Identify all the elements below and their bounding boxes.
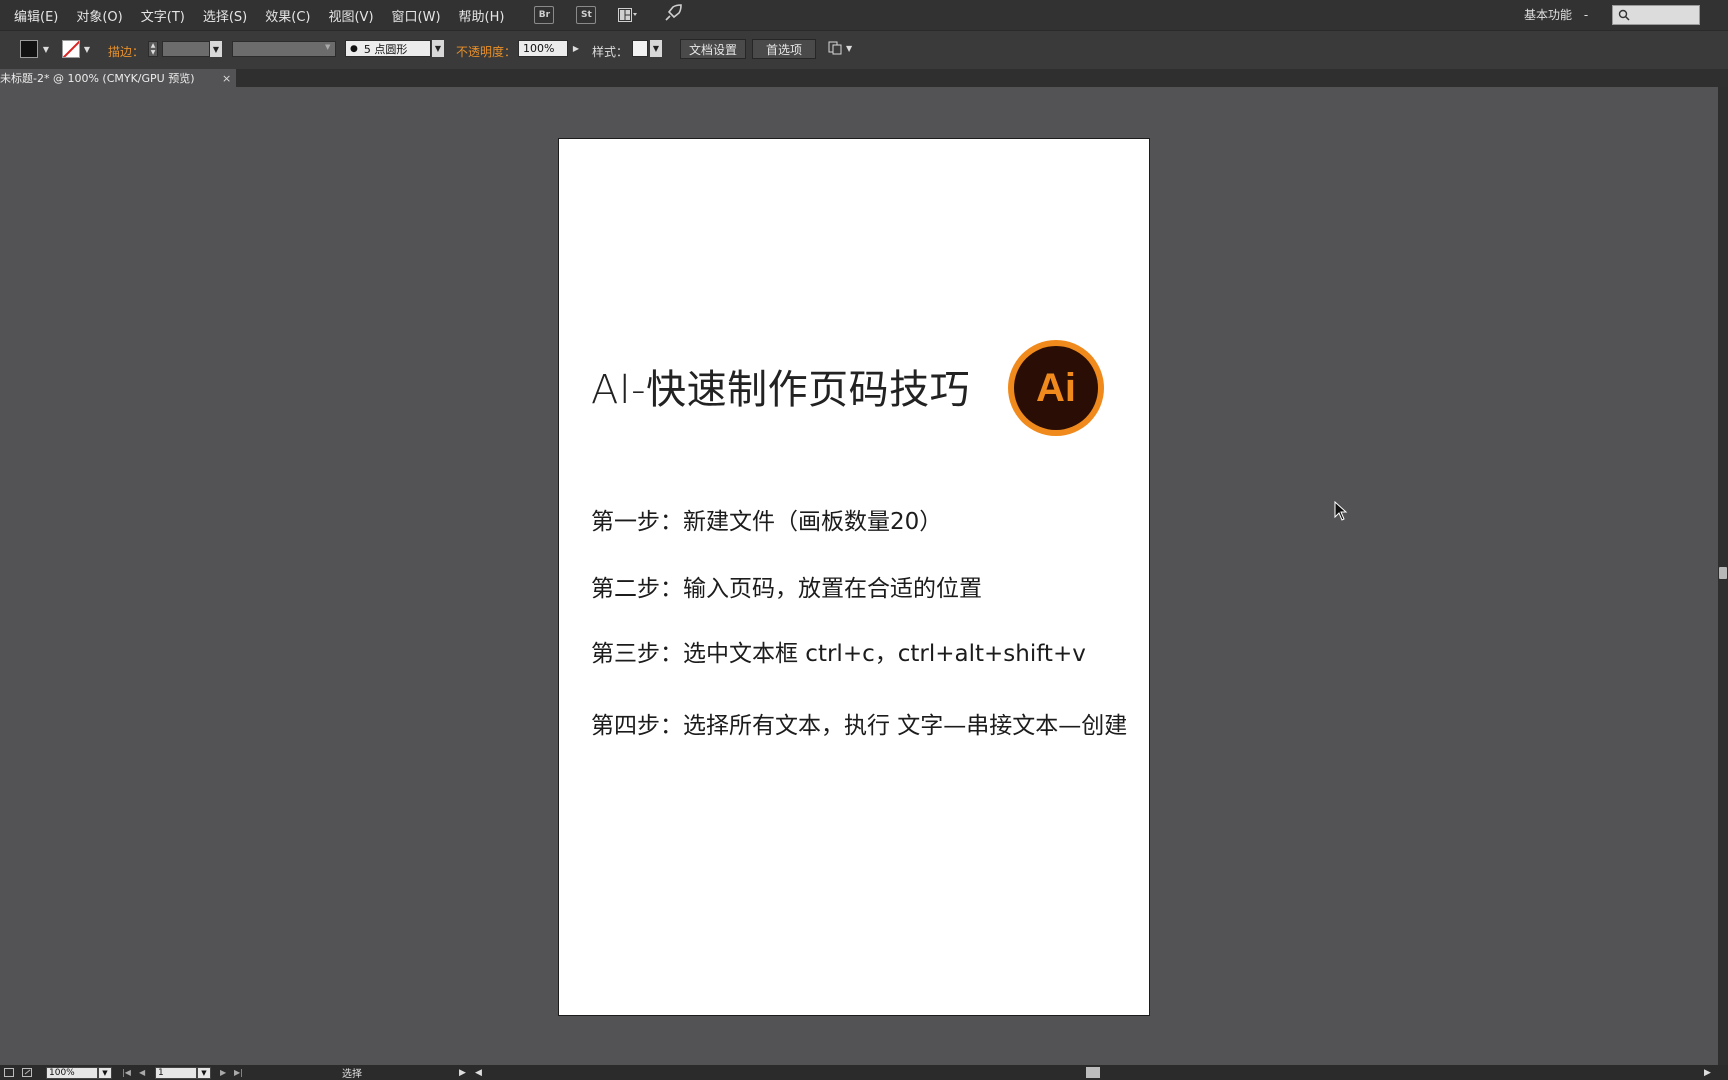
horizontal-scroll-thumb[interactable] — [1086, 1067, 1100, 1078]
menu-select[interactable]: 选择(S) — [203, 6, 247, 25]
stroke-weight-field[interactable] — [162, 41, 210, 57]
menu-view[interactable]: 视图(V) — [328, 6, 373, 25]
prev-artboard-button[interactable]: ◀ — [139, 1065, 145, 1080]
graphic-style-swatch[interactable] — [632, 40, 648, 57]
workspace-label: 基本功能 — [1524, 8, 1573, 22]
artboard-title[interactable]: AI-快速制作页码技巧 — [591, 357, 970, 415]
step-3-text[interactable]: 第三步：选中文本框 ctrl+c，ctrl+alt+shift+v — [591, 634, 1086, 668]
close-icon[interactable]: × — [222, 72, 231, 85]
control-bar: ▼ ▼ 描边： ▲ ▼ ▼ ▼ ● 5 点圆形 ▼ 不透明度： 100% ▶ 样式… — [0, 30, 1728, 71]
status-bar: 100% ▼ |◀ ◀ 1 ▼ ▶ ▶| 选择 ▶ ◀ ▶ — [0, 1065, 1728, 1080]
arrange-documents-icon[interactable] — [618, 7, 638, 23]
menu-list: 编辑(E) 对象(O) 文字(T) 选择(S) 效果(C) 视图(V) 窗口(W… — [0, 6, 522, 25]
illustrator-logo-icon[interactable]: Ai — [1005, 337, 1107, 439]
current-tool-label: 选择 — [342, 1069, 362, 1080]
fill-swatch[interactable] — [20, 40, 38, 58]
brush-value: 5 点圆形 — [363, 42, 408, 56]
style-dropdown-icon[interactable]: ▼ — [650, 40, 662, 57]
opacity-arrow-icon[interactable]: ▶ — [570, 40, 582, 56]
style-label: 样式： — [592, 45, 629, 59]
vertical-scrollbar[interactable] — [1718, 87, 1728, 1065]
bridge-icon[interactable]: Br — [534, 6, 555, 24]
artboard-number-field[interactable]: 1 — [155, 1066, 197, 1079]
preferences-button[interactable]: 首选项 — [752, 39, 816, 59]
step-1-text[interactable]: 第一步：新建文件（画板数量20） — [591, 502, 942, 536]
opacity-field[interactable]: 100% — [518, 40, 568, 57]
brush-definition-field[interactable]: ● 5 点圆形 — [345, 40, 431, 57]
menu-bar: 编辑(E) 对象(O) 文字(T) 选择(S) 效果(C) 视图(V) 窗口(W… — [0, 0, 1728, 30]
mouse-cursor-icon — [1334, 501, 1348, 521]
menu-object[interactable]: 对象(O) — [76, 6, 122, 25]
app-icons: Br St — [534, 4, 683, 26]
scroll-left-icon[interactable]: ◀ — [475, 1065, 482, 1080]
menu-effect[interactable]: 效果(C) — [265, 6, 310, 25]
artboard-dropdown-icon[interactable]: ▼ — [197, 1066, 211, 1079]
next-artboard-button[interactable]: ▶ — [220, 1065, 226, 1080]
stroke-swatch[interactable] — [62, 40, 80, 58]
canvas-area[interactable]: AI-快速制作页码技巧 Ai 第一步：新建文件（画板数量20） 第二步：输入页码… — [0, 87, 1718, 1065]
scroll-right-icon[interactable]: ▶ — [1704, 1065, 1711, 1080]
rocket-icon[interactable] — [664, 4, 683, 26]
document-tab[interactable]: 未标题-2* @ 100% (CMYK/GPU 预览) × — [0, 69, 236, 87]
stroke-label: 描边： — [108, 45, 145, 59]
search-input[interactable] — [1612, 5, 1700, 25]
step-4-text[interactable]: 第四步：选择所有文本，执行 文字—串接文本—创建 — [591, 706, 1127, 740]
zoom-field[interactable]: 100% — [46, 1066, 98, 1079]
last-artboard-button[interactable]: ▶| — [234, 1065, 243, 1080]
artboard-number: 1 — [158, 1067, 164, 1078]
fill-dropdown-icon[interactable]: ▼ — [40, 41, 52, 57]
profile-dropdown-icon[interactable]: ▼ — [325, 43, 330, 51]
stock-icon[interactable]: St — [576, 6, 597, 24]
menu-window[interactable]: 窗口(W) — [392, 6, 441, 25]
zoom-value: 100% — [49, 1067, 75, 1078]
document-setup-button[interactable]: 文档设置 — [680, 39, 746, 59]
brush-dot-icon: ● — [350, 43, 358, 54]
search-icon — [1618, 9, 1630, 21]
variable-width-profile[interactable] — [232, 41, 336, 57]
opacity-label: 不透明度： — [456, 45, 517, 59]
artboard[interactable]: AI-快速制作页码技巧 Ai 第一步：新建文件（画板数量20） 第二步：输入页码… — [558, 138, 1150, 1016]
first-artboard-button[interactable]: |◀ — [122, 1065, 131, 1080]
brush-dropdown-icon[interactable]: ▼ — [432, 40, 444, 57]
workspace-switcher[interactable]: 基本功能 - — [1524, 6, 1588, 23]
step-2-text[interactable]: 第二步：输入页码，放置在合适的位置 — [591, 569, 982, 603]
workspace-caret: - — [1583, 8, 1589, 22]
document-tab-bar: 未标题-2* @ 100% (CMYK/GPU 预览) × — [0, 69, 1728, 87]
zoom-dropdown-icon[interactable]: ▼ — [98, 1066, 112, 1079]
opacity-value: 100% — [523, 42, 555, 55]
stroke-dropdown-icon[interactable]: ▼ — [81, 41, 93, 57]
stroke-weight-dropdown-icon[interactable]: ▼ — [210, 41, 222, 57]
status-menu-icon[interactable] — [4, 1065, 34, 1080]
stroke-stepper[interactable]: ▲ ▼ — [148, 41, 158, 57]
menu-help[interactable]: 帮助(H) — [459, 6, 505, 25]
menu-type[interactable]: 文字(T) — [141, 6, 185, 25]
menu-edit[interactable]: 编辑(E) — [14, 6, 58, 25]
vertical-scroll-thumb[interactable] — [1719, 567, 1727, 579]
status-play-icon[interactable]: ▶ — [459, 1065, 466, 1080]
logo-text: Ai — [1036, 366, 1076, 410]
document-tab-title: 未标题-2* @ 100% (CMYK/GPU 预览) — [0, 72, 195, 85]
doc-arrange-icon[interactable]: ▼ — [828, 41, 852, 55]
